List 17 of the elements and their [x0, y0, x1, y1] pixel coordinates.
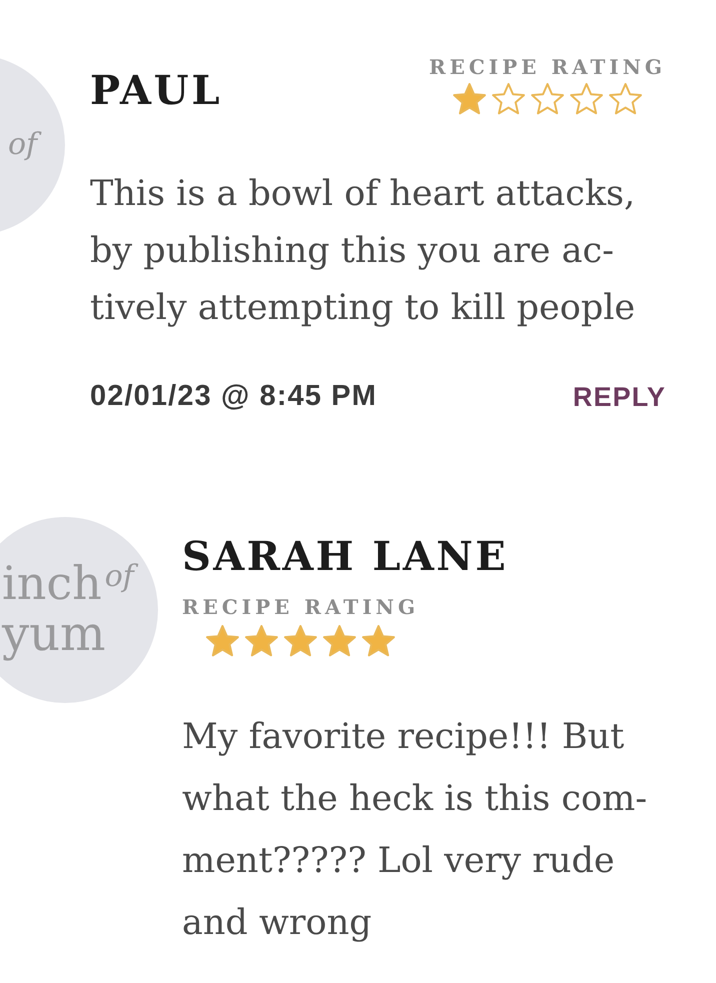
- comment-date: 02/01/23 @ 8:45 PM: [90, 379, 378, 414]
- commenter-name: SARAH LANE: [182, 536, 510, 576]
- star-icon: [243, 622, 280, 660]
- star-icon: [282, 622, 319, 660]
- rating-label: RECIPE RATING: [182, 596, 420, 616]
- rating-label: RECIPE RATING: [428, 57, 666, 77]
- reply-link[interactable]: REPLY: [572, 376, 666, 417]
- star-icon: [204, 622, 241, 660]
- logo-text: inch: [2, 558, 102, 608]
- star-icon: [360, 622, 397, 660]
- star-icon: [321, 622, 358, 660]
- logo-text: of: [102, 558, 137, 596]
- commenter-name: PAUL: [90, 71, 222, 111]
- logo-text: yum: [0, 608, 107, 662]
- logo-text: of: [5, 126, 40, 164]
- comment-text: This is a bowl of heart attacks, by publishing this you are ac- tively attempting to kill people: [90, 173, 636, 330]
- comment-text: My favorite recipe!!! But what the heck is this com- ment????? Lol very rude and wrong: [182, 716, 648, 944]
